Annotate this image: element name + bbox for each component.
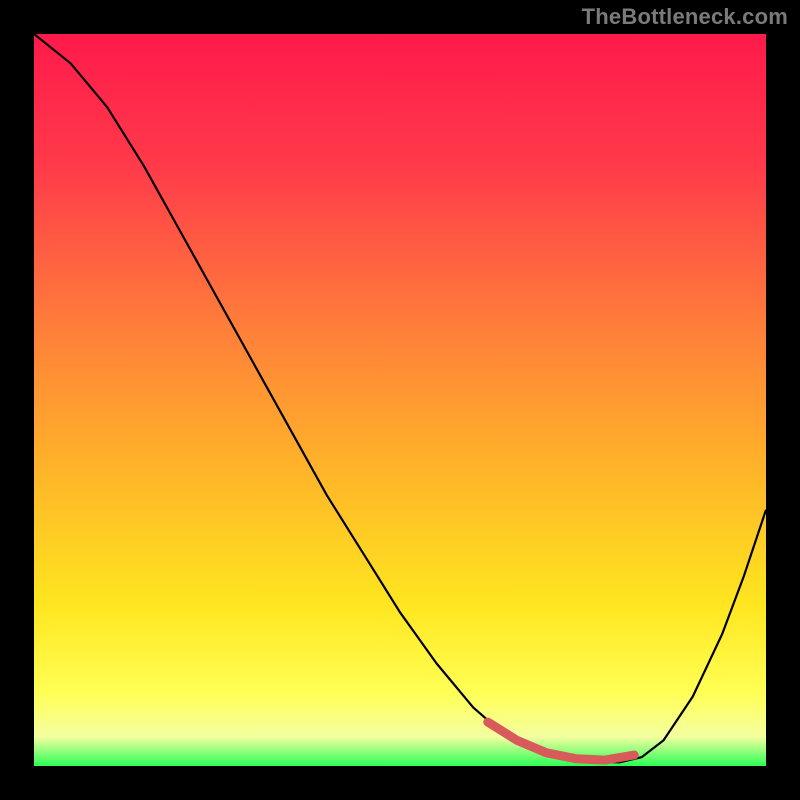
gradient-background	[34, 34, 766, 766]
plot-gradient-area	[34, 34, 766, 766]
gradient-rect	[34, 34, 766, 766]
watermark-text: TheBottleneck.com	[582, 4, 788, 30]
chart-container: TheBottleneck.com	[0, 0, 800, 800]
